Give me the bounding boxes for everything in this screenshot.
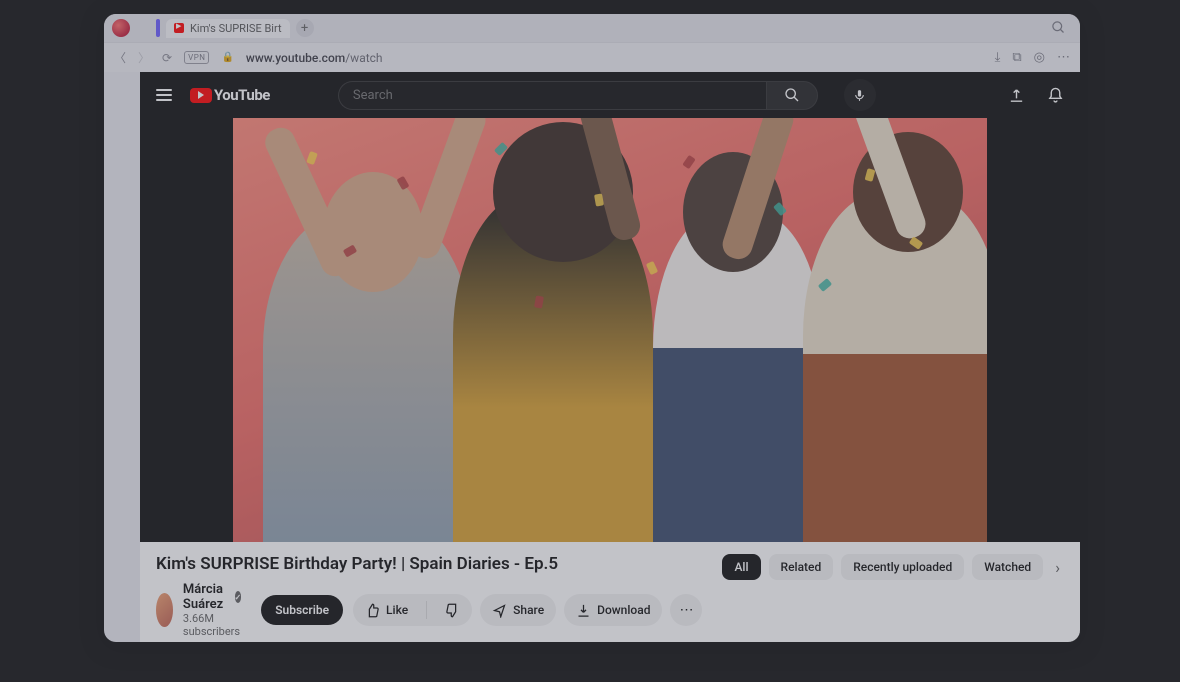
- like-button[interactable]: Like: [353, 596, 420, 625]
- notifications-icon[interactable]: [1047, 87, 1064, 104]
- download-button[interactable]: Download: [564, 594, 662, 626]
- hamburger-menu-button[interactable]: [156, 89, 172, 101]
- voice-search-button[interactable]: [844, 79, 876, 111]
- video-frame: [233, 118, 987, 542]
- crop-icon[interactable]: ⧉: [1012, 50, 1021, 65]
- tab-title: Kim's SUPRISE Birt: [190, 22, 282, 35]
- nav-forward-button[interactable]: 〉: [138, 49, 150, 66]
- dislike-button[interactable]: [433, 596, 472, 625]
- channel-name[interactable]: Márcia Suárez: [183, 582, 229, 612]
- addressbar-more-icon[interactable]: ⋯: [1057, 50, 1070, 65]
- search-button[interactable]: [766, 81, 818, 110]
- related-chips-row: All Related Recently uploaded Watched ›: [722, 554, 1064, 580]
- chip-all[interactable]: All: [722, 554, 760, 580]
- address-bar[interactable]: www.youtube.com/watch: [246, 51, 983, 65]
- opera-logo-icon[interactable]: [112, 19, 130, 37]
- subscribe-button[interactable]: Subscribe: [261, 595, 343, 625]
- youtube-wordmark: YouTube: [214, 86, 270, 104]
- download-icon[interactable]: ⤓: [995, 50, 1001, 65]
- like-dislike-group: Like: [353, 594, 472, 626]
- snapshot-icon[interactable]: ◎: [1034, 50, 1045, 65]
- search-input[interactable]: [338, 81, 766, 110]
- subscriber-count: 3.66M subscribers: [183, 612, 241, 638]
- share-label: Share: [513, 603, 544, 617]
- download-label: Download: [597, 603, 650, 617]
- share-button[interactable]: Share: [480, 594, 556, 626]
- youtube-play-icon: [190, 88, 212, 103]
- youtube-favicon-icon: [174, 23, 184, 33]
- video-player[interactable]: [233, 118, 987, 542]
- upload-icon[interactable]: [1008, 87, 1025, 104]
- lock-icon[interactable]: 🔒: [221, 52, 233, 63]
- like-label: Like: [386, 603, 408, 617]
- vpn-badge[interactable]: VPN: [184, 51, 209, 64]
- chips-scroll-right-button[interactable]: ›: [1051, 558, 1064, 577]
- video-title: Kim's SURPRISE Birthday Party! | Spain D…: [156, 554, 702, 574]
- youtube-logo[interactable]: YouTube: [190, 86, 270, 104]
- workspace-indicator[interactable]: [156, 19, 160, 37]
- chip-recently-uploaded[interactable]: Recently uploaded: [841, 554, 964, 580]
- more-actions-button[interactable]: ⋯: [670, 594, 702, 626]
- channel-avatar[interactable]: [156, 593, 173, 627]
- reload-button[interactable]: ⟳: [162, 51, 172, 65]
- new-tab-button[interactable]: +: [296, 19, 314, 37]
- chip-related[interactable]: Related: [769, 554, 834, 580]
- browser-tab[interactable]: Kim's SUPRISE Birt: [166, 19, 290, 38]
- url-path: /watch: [345, 51, 382, 65]
- browser-search-icon[interactable]: [1051, 20, 1066, 35]
- nav-back-button[interactable]: 〈: [114, 49, 126, 66]
- url-host: www.youtube.com: [246, 51, 345, 65]
- chip-watched[interactable]: Watched: [972, 554, 1043, 580]
- verified-badge-icon: ✓: [235, 591, 242, 603]
